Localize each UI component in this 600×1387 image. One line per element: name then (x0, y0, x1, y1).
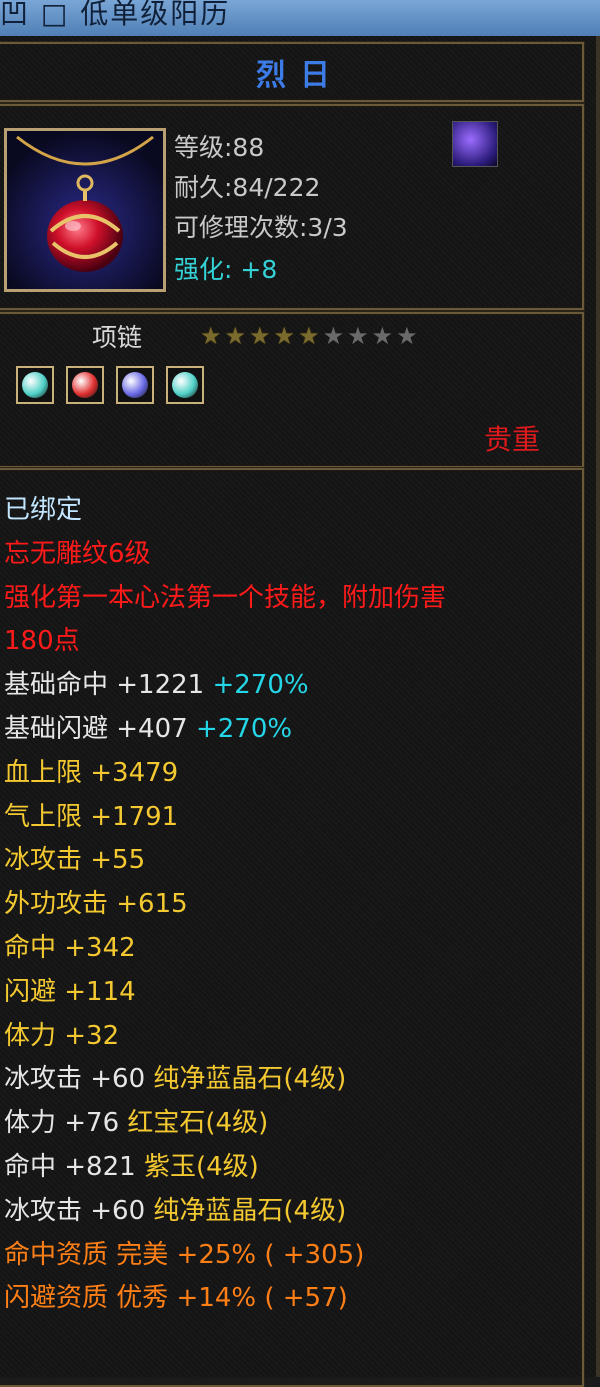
attribute-line: 冰攻击 +55 (4, 840, 145, 880)
attribute-text: 血上限 +3479 (4, 757, 179, 788)
attribute-line: 闪避资质 优秀 +14% ( +57) (4, 1278, 348, 1318)
attribute-text: 已绑定 (4, 495, 83, 525)
gem-socket[interactable] (116, 366, 154, 404)
attribute-line: 基础命中 +1221 +270% (4, 665, 309, 705)
attribute-text: 命中 +821 (4, 1152, 144, 1182)
window-title: 凹 □ 低单级阳历 (0, 0, 231, 30)
window-title-bar: 凹 □ 低单级阳历 (0, 0, 600, 38)
gem-socket[interactable] (16, 366, 54, 404)
attribute-line: 命中 +821 紫玉(4级) (4, 1147, 259, 1187)
attribute-text: 基础命中 +1221 (4, 670, 213, 701)
item-level: 等级:88 (174, 133, 265, 162)
attribute-text: 闪避资质 优秀 +14% ( +57) (4, 1283, 348, 1314)
attribute-text: +270% (195, 714, 293, 744)
star-icon: ★ (200, 322, 225, 350)
attribute-text: 180点 (4, 626, 80, 657)
attribute-line: 忘无雕纹6级 (4, 534, 151, 574)
item-durability: 耐久:84/222 (174, 173, 321, 202)
attribute-line: 180点 (4, 621, 80, 661)
attribute-line: 强化第一本心法第一个技能，附加伤害 (4, 578, 446, 618)
cyan-gem-icon (22, 372, 48, 398)
attribute-text: 外功攻击 +615 (4, 889, 188, 920)
attribute-line: 命中 +342 (4, 928, 136, 968)
star-rating: ★★★★★★★★★ (200, 322, 421, 350)
attribute-line: 基础闪避 +407 +270% (4, 709, 292, 749)
attribute-line: 外功攻击 +615 (4, 884, 188, 924)
attribute-text: 基础闪避 +407 (4, 714, 196, 744)
attribute-line: 冰攻击 +60 纯净蓝晶石(4级) (4, 1191, 346, 1231)
attribute-text: 命中 +342 (4, 933, 136, 963)
attribute-line: 已绑定 (4, 490, 82, 530)
star-icon: ★ (322, 322, 348, 350)
attribute-line: 气上限 +1791 (4, 797, 178, 837)
attribute-text: 体力 +32 (4, 1020, 120, 1051)
attribute-line: 体力 +76 红宝石(4级) (4, 1103, 268, 1143)
item-type: 项链 (92, 323, 143, 352)
attribute-text: 冰攻击 +55 (4, 845, 146, 876)
attribute-line: 血上限 +3479 (4, 753, 178, 793)
attribute-text: 冰攻击 +60 (4, 1064, 154, 1095)
star-icon: ★ (371, 322, 397, 350)
star-icon: ★ (249, 322, 274, 350)
item-name: 烈日 (256, 58, 344, 93)
attribute-text: 忘无雕纹6级 (4, 538, 151, 569)
attribute-text: 纯净蓝晶石(4级) (153, 1195, 347, 1226)
star-icon: ★ (224, 322, 250, 350)
red-pendant-icon (4, 128, 166, 292)
attribute-line: 冰攻击 +60 纯净蓝晶石(4级) (4, 1059, 346, 1099)
attribute-text: 体力 +76 (4, 1108, 128, 1139)
star-icon: ★ (298, 322, 323, 350)
attribute-text: +270% (212, 670, 309, 701)
attribute-line: 体力 +32 (4, 1016, 119, 1056)
cyan-gem-icon (172, 372, 198, 398)
attribute-line: 命中资质 完美 +25% ( +305) (4, 1235, 364, 1275)
star-icon: ★ (347, 322, 372, 350)
attribute-text: 气上限 +1791 (4, 801, 179, 832)
rarity-label: 贵重 (484, 423, 541, 456)
purple-gem-icon (452, 121, 498, 167)
item-repairs: 可修理次数:3/3 (174, 213, 348, 242)
attribute-text: 红宝石(4级) (127, 1108, 269, 1139)
attribute-text: 强化第一本心法第一个技能，附加伤害 (4, 582, 447, 613)
star-icon: ★ (273, 322, 299, 350)
attribute-text: 闪避 +114 (4, 976, 136, 1007)
attribute-text: 紫玉(4级) (143, 1152, 259, 1182)
purple-gem-icon (122, 372, 148, 398)
star-icon: ★ (396, 322, 421, 350)
red-gem-icon (72, 372, 98, 398)
gem-socket[interactable] (166, 366, 204, 404)
attribute-text: 冰攻击 +60 (4, 1195, 154, 1226)
attribute-line: 闪避 +114 (4, 972, 136, 1012)
attribute-text: 纯净蓝晶石(4级) (153, 1064, 347, 1095)
item-enhance: 强化: +8 (174, 255, 278, 284)
gem-socket[interactable] (66, 366, 104, 404)
attribute-text: 命中资质 完美 +25% ( +305) (4, 1239, 365, 1270)
